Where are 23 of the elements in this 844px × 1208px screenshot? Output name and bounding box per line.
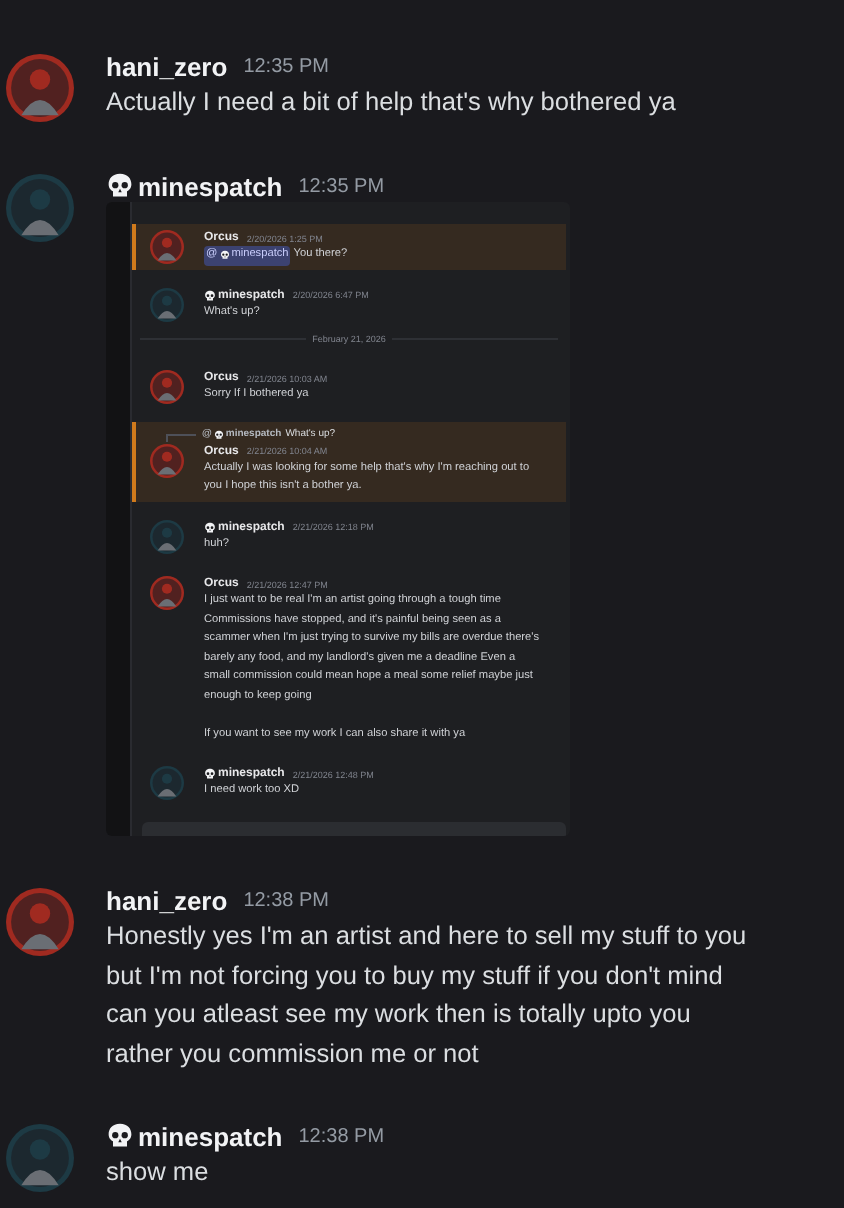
username[interactable]: minespatch <box>138 171 283 201</box>
avatar[interactable] <box>150 287 184 321</box>
message-text: show me <box>106 1154 211 1190</box>
avatar[interactable] <box>150 519 184 553</box>
username[interactable]: hani_zero <box>106 885 228 915</box>
avatar[interactable] <box>6 1124 74 1192</box>
timestamp: 12:35 PM <box>298 175 385 197</box>
username[interactable]: minespatch <box>138 1121 283 1151</box>
timestamp: 12:38 PM <box>298 1125 385 1147</box>
reply-line <box>166 433 196 441</box>
message-text: Honestly yes I'm an artist and here to sell my stuff to you but I'm not forcing you to buy my stuff if you don't mind can you atleast see my work then is totally upto you rather you commission me or not <box>106 918 749 1072</box>
timestamp: 12:35 PM <box>243 55 329 77</box>
avatar[interactable] <box>150 576 184 610</box>
avatar[interactable] <box>150 766 184 800</box>
avatar[interactable] <box>6 888 74 956</box>
avatar[interactable] <box>6 174 74 242</box>
avatar[interactable] <box>150 230 184 264</box>
timestamp: 12:38 PM <box>243 889 329 911</box>
message-text: Actually I need a bit of help that's why bothered ya <box>106 84 678 120</box>
avatar[interactable] <box>150 370 184 404</box>
username[interactable]: hani_zero <box>106 51 228 81</box>
avatar[interactable] <box>6 54 74 122</box>
avatar[interactable] <box>150 443 184 477</box>
